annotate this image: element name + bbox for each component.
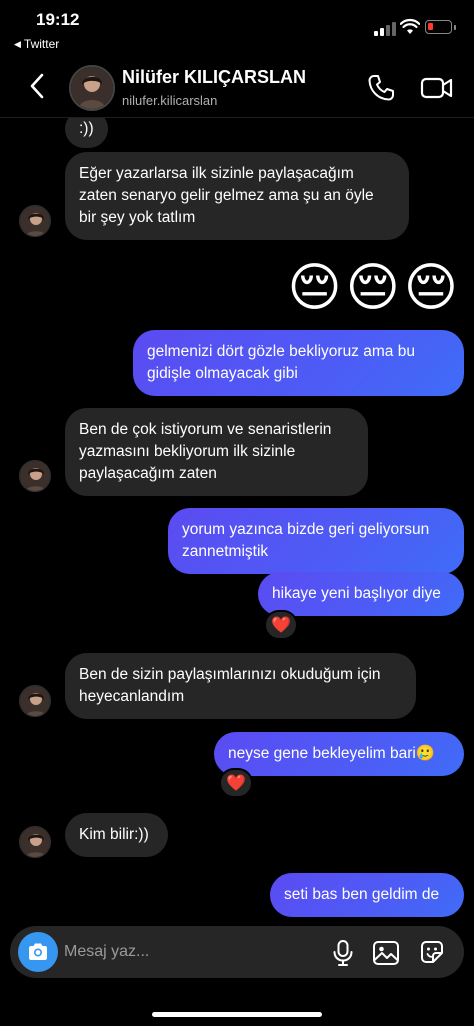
message-bubble-sent[interactable]: hikaye yeni başlıyor diye xyxy=(258,572,464,616)
contact-name[interactable]: Nilüfer KILIÇARSLAN xyxy=(122,67,306,88)
message-bubble-received[interactable]: Ben de sizin paylaşımlarınızı okuduğum i… xyxy=(65,653,416,719)
status-bar: 19:12 ◀ Twitter xyxy=(0,0,474,56)
back-triangle-icon: ◀ xyxy=(14,38,21,49)
message-text: Kim bilir:)) xyxy=(79,826,149,843)
message-bubble-sent[interactable]: yorum yazınca bizde geri geliyorsun zann… xyxy=(168,508,464,574)
sender-avatar[interactable] xyxy=(19,685,51,717)
chevron-left-icon xyxy=(30,73,44,99)
message-text: Ben de çok istiyorum ve senaristlerin ya… xyxy=(79,421,332,482)
message-bubble-sent[interactable]: seti bas ben geldim de xyxy=(270,873,464,917)
emoji-message[interactable]: 😔😔😔 xyxy=(287,258,462,318)
contact-username[interactable]: nilufer.kilicarslan xyxy=(122,93,217,108)
back-app-label: Twitter xyxy=(23,37,60,51)
battery-icon xyxy=(425,20,452,34)
message-bubble-sent[interactable]: neyse gene bekleyelim bari🥲 xyxy=(214,732,464,776)
message-text: Eğer yazarlarsa ilk sizinle paylaşacağım… xyxy=(79,165,374,226)
message-text: neyse gene bekleyelim bari🥲 xyxy=(228,745,436,762)
message-thread[interactable]: :)) Eğer yazarlarsa ilk sizinle paylaşac… xyxy=(0,118,474,926)
sender-avatar[interactable] xyxy=(19,826,51,858)
message-text: gelmenizi dört gözle bekliyoruz ama bu g… xyxy=(147,343,415,382)
message-bubble-received[interactable]: Eğer yazarlarsa ilk sizinle paylaşacağım… xyxy=(65,152,409,240)
message-text: seti bas ben geldim de xyxy=(284,886,440,903)
wifi-icon xyxy=(400,18,420,34)
camera-button[interactable] xyxy=(18,932,58,972)
sender-avatar[interactable] xyxy=(19,205,51,237)
sender-avatar[interactable] xyxy=(19,460,51,492)
camera-icon xyxy=(29,943,47,960)
message-bubble-received[interactable]: :)) xyxy=(65,118,108,148)
phone-icon[interactable] xyxy=(365,72,397,104)
message-text: Ben de sizin paylaşımlarınızı okuduğum i… xyxy=(79,666,381,705)
message-text: :)) xyxy=(79,120,94,137)
contact-avatar[interactable] xyxy=(69,65,115,111)
cellular-signal-icon xyxy=(374,22,396,36)
message-bubble-received[interactable]: Kim bilir:)) xyxy=(65,813,168,857)
back-to-app-link[interactable]: ◀ Twitter xyxy=(14,37,59,51)
message-input[interactable] xyxy=(64,940,324,964)
heart-reaction[interactable]: ❤️ xyxy=(264,610,298,640)
status-time: 19:12 xyxy=(36,10,80,29)
message-text: hikaye yeni başlıyor diye xyxy=(272,585,441,602)
image-icon[interactable] xyxy=(372,939,400,967)
chat-header: Nilüfer KILIÇARSLAN nilufer.kilicarslan xyxy=(0,56,474,118)
message-bubble-sent[interactable]: gelmenizi dört gözle bekliyoruz ama bu g… xyxy=(133,330,464,396)
heart-reaction[interactable]: ❤️ xyxy=(219,768,253,798)
message-text: yorum yazınca bizde geri geliyorsun zann… xyxy=(182,521,430,560)
message-composer xyxy=(10,926,464,978)
back-button[interactable] xyxy=(22,70,52,102)
microphone-icon[interactable] xyxy=(330,939,356,967)
video-camera-icon[interactable] xyxy=(420,72,454,104)
sticker-icon[interactable] xyxy=(418,938,446,966)
message-bubble-received[interactable]: Ben de çok istiyorum ve senaristlerin ya… xyxy=(65,408,368,496)
home-indicator[interactable] xyxy=(152,1012,322,1017)
